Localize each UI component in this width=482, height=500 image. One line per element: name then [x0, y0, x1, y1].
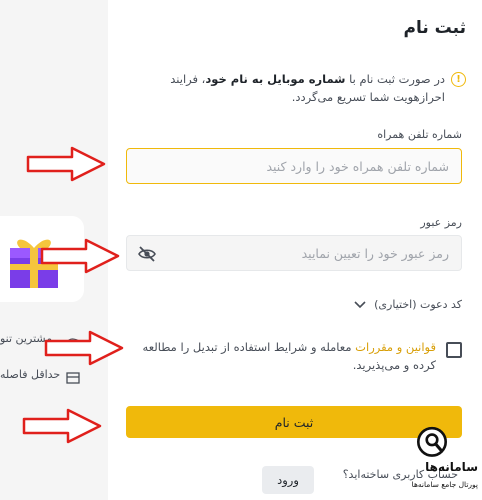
phone-label: شماره تلفن همراه [377, 128, 462, 141]
notice: ! در صورت ثبت نام با شماره موبایل به نام… [122, 70, 466, 106]
terms-checkbox[interactable] [446, 342, 462, 358]
eye-off-icon[interactable] [137, 244, 157, 264]
invite-label: کد دعوت (اختیاری) [374, 298, 462, 311]
arrow-annotation-phone [26, 146, 106, 182]
terms-link[interactable]: قوانین و مقررات [355, 340, 436, 354]
chevron-down-icon [354, 300, 366, 308]
phone-input-wrapper [126, 148, 462, 184]
arrow-annotation-terms [44, 330, 124, 366]
card-icon [66, 369, 80, 388]
page-title: ثبت نام [403, 18, 466, 38]
background-item-2: حداقل فاصله [0, 368, 61, 381]
notice-text: در صورت ثبت نام با شماره موبایل به نام خ… [122, 70, 445, 106]
password-label: رمز عبور [420, 216, 462, 229]
terms-text: قوانین و مقررات معامله و شرایط استفاده ا… [126, 338, 436, 374]
notice-prefix: در صورت ثبت نام با [349, 72, 445, 86]
phone-input[interactable] [127, 149, 461, 183]
password-input[interactable] [127, 236, 461, 270]
login-button[interactable]: ورود [262, 466, 314, 494]
arrow-annotation-submit [22, 408, 102, 444]
terms-agreement: قوانین و مقررات معامله و شرایط استفاده ا… [126, 338, 462, 374]
password-input-wrapper [126, 235, 462, 271]
watermark-subtitle: پورتال جامع سامانه‌ها [411, 480, 478, 489]
notice-bold: شماره موبایل به نام خود [205, 72, 346, 86]
invite-code-toggle[interactable]: کد دعوت (اختیاری) [354, 298, 462, 311]
info-icon: ! [451, 72, 466, 87]
watermark-logo-icon [417, 426, 447, 457]
arrow-annotation-password [40, 238, 120, 274]
watermark-title: سامانه‌ها [425, 460, 478, 474]
